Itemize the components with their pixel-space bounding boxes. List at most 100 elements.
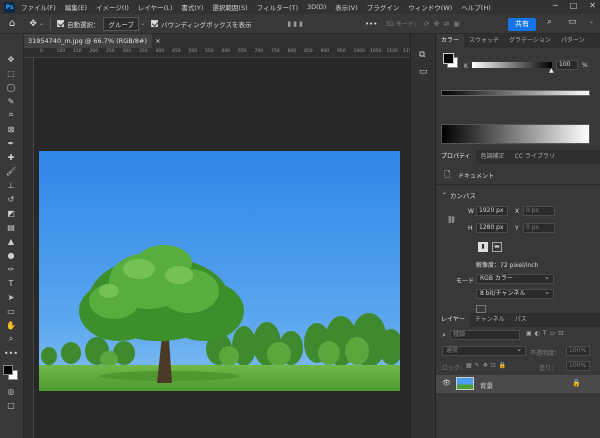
menu-type[interactable]: 書式(Y) xyxy=(181,2,203,12)
search-icon[interactable]: ⌕ xyxy=(547,17,552,27)
blur-tool-icon[interactable]: ▲ xyxy=(0,234,22,248)
chevron-down-icon[interactable]: ⌄ xyxy=(39,20,44,27)
color-panel-fg-swatch[interactable] xyxy=(443,53,454,64)
fill-field[interactable]: 100% xyxy=(566,361,590,371)
3d-scale-icon[interactable]: ▣ xyxy=(453,20,460,28)
zoom-tool-icon[interactable]: ⌕ xyxy=(0,332,22,346)
width-field[interactable]: 1920 px xyxy=(476,206,508,216)
options-bar: ⌂ ✥ ⌄ 自動選択： グループ ⌄ バウンディングボックスを表示 ▮▮▮ ••… xyxy=(0,14,600,34)
shape-tool-icon[interactable]: ▭ xyxy=(0,304,22,318)
menu-help[interactable]: ヘルプ(H) xyxy=(461,2,490,12)
color-swatches[interactable] xyxy=(0,362,22,384)
menu-view[interactable]: 表示(V) xyxy=(335,2,358,12)
tab-cc-libraries[interactable]: CC ライブラリ xyxy=(510,150,560,164)
menu-edit[interactable]: 編集(E) xyxy=(65,2,87,12)
auto-select-checkbox[interactable] xyxy=(56,20,64,27)
gradient-tool-icon[interactable]: ▤ xyxy=(0,220,22,234)
share-button[interactable]: 共有 xyxy=(508,18,536,31)
hand-tool-icon[interactable]: ✋ xyxy=(0,318,22,332)
layer-filter-input[interactable]: 種類 xyxy=(450,330,520,340)
more-tools-icon[interactable]: ••• xyxy=(0,346,22,360)
close-tab-button[interactable]: × xyxy=(155,37,160,45)
y-field[interactable]: 0 px xyxy=(523,223,555,233)
auto-select-target-dropdown[interactable]: グループ xyxy=(103,16,140,31)
more-options-button[interactable]: ••• xyxy=(365,20,377,28)
menu-select[interactable]: 選択範囲(S) xyxy=(212,2,247,12)
comments-panel-icon[interactable]: ▭ xyxy=(419,67,428,77)
menu-layer[interactable]: レイヤー(L) xyxy=(138,2,173,12)
3d-slide-icon[interactable]: ⇄ xyxy=(444,20,450,28)
pen-tool-icon[interactable]: ✑ xyxy=(0,262,22,276)
lasso-tool-icon[interactable]: ◯ xyxy=(0,80,22,94)
tab-patterns[interactable]: パターン xyxy=(556,34,590,48)
history-brush-tool-icon[interactable]: ↺ xyxy=(0,192,22,206)
k-slider[interactable] xyxy=(472,62,552,68)
menu-plugins[interactable]: プラグイン xyxy=(367,2,400,12)
3d-rotate-icon[interactable]: ⟳ xyxy=(424,20,430,28)
brush-tool-icon[interactable]: 🖌 xyxy=(0,164,22,178)
blend-mode-dropdown[interactable]: 通常 xyxy=(442,345,526,356)
document-tab[interactable]: 31954740_m.jpg @ 66.7% (RGB/8#) × xyxy=(24,34,161,48)
stamp-tool-icon[interactable]: ⊥ xyxy=(0,178,22,192)
close-window-button[interactable]: ✕ xyxy=(589,1,596,10)
height-field[interactable]: 1280 px xyxy=(476,223,508,233)
menu-filter[interactable]: フィルター(T) xyxy=(257,2,298,12)
portrait-orientation-icon[interactable]: ▮ xyxy=(478,242,488,252)
tab-swatches[interactable]: スウォッチ xyxy=(464,34,504,48)
filter-icons[interactable]: ▣◐T▭⊡ xyxy=(526,330,566,337)
home-icon[interactable]: ⌂ xyxy=(9,18,15,29)
bounding-box-checkbox[interactable] xyxy=(151,20,159,27)
grayscale-bar[interactable] xyxy=(441,124,590,144)
chevron-down-icon[interactable]: ⌄ xyxy=(589,18,594,25)
marquee-tool-icon[interactable]: ⬚ xyxy=(0,66,22,80)
landscape-orientation-icon[interactable]: ▬ xyxy=(492,242,502,252)
tab-adjustments[interactable]: 色調補正 xyxy=(476,150,510,164)
dodge-tool-icon[interactable]: ● xyxy=(0,248,22,262)
opacity-field[interactable]: 100% xyxy=(566,346,590,356)
eye-icon[interactable]: 👁 xyxy=(442,379,451,387)
tab-gradients[interactable]: グラデーション xyxy=(504,34,556,48)
layer-row-background[interactable]: 👁 背景 🔒 xyxy=(436,375,600,393)
history-panel-icon[interactable]: ⧉ xyxy=(419,50,425,60)
chevron-down-icon[interactable]: ⌄ xyxy=(442,189,447,196)
slider-handle-icon[interactable]: ▲ xyxy=(549,67,554,74)
eraser-tool-icon[interactable]: ◩ xyxy=(0,206,22,220)
tab-color[interactable]: カラー xyxy=(436,34,465,48)
menu-3d[interactable]: 3D(D) xyxy=(307,3,326,11)
type-tool-icon[interactable]: T xyxy=(0,276,22,290)
3d-pan-icon[interactable]: ✥ xyxy=(434,20,440,28)
canvas-image[interactable] xyxy=(39,151,400,391)
workspace-icon[interactable]: ▭ xyxy=(568,17,577,27)
move-tool-icon[interactable]: ✥ xyxy=(0,52,22,66)
color-mode-dropdown[interactable]: RGB カラー xyxy=(476,273,554,284)
tab-channels[interactable]: チャンネル xyxy=(470,313,510,327)
3d-mode-label: 3D モード： xyxy=(385,21,420,28)
tab-properties[interactable]: プロパティ xyxy=(436,150,476,164)
screen-mode-icon[interactable]: ▢ xyxy=(0,398,22,412)
color-ramp[interactable] xyxy=(441,90,590,96)
foreground-color-swatch[interactable] xyxy=(3,365,13,375)
menu-window[interactable]: ウィンドウ(W) xyxy=(408,2,452,12)
menu-image[interactable]: イメージ(I) xyxy=(96,2,129,12)
ruler-tick-label: 400 xyxy=(155,49,165,54)
crop-tool-icon[interactable]: ⌗ xyxy=(0,108,22,122)
eyedropper-tool-icon[interactable]: ✒ xyxy=(0,136,22,150)
canvas-color-swatch[interactable] xyxy=(476,305,486,313)
quick-select-tool-icon[interactable]: ✎ xyxy=(0,94,22,108)
quick-mask-icon[interactable]: ◎ xyxy=(0,384,22,398)
lock-icons[interactable]: ▦✎✥⊡🔒 xyxy=(466,362,509,369)
minimize-button[interactable]: ─ xyxy=(553,1,558,10)
align-icon[interactable]: ▮▮▮ xyxy=(287,20,305,28)
link-icon[interactable]: ⛓ xyxy=(447,216,456,224)
maximize-button[interactable]: □ xyxy=(570,1,578,10)
k-value-field[interactable]: 100 xyxy=(556,60,578,70)
frame-tool-icon[interactable]: ⊠ xyxy=(0,122,22,136)
menu-file[interactable]: ファイル(F) xyxy=(21,2,56,12)
x-field[interactable]: 0 px xyxy=(523,206,555,216)
move-tool-icon[interactable]: ✥ xyxy=(29,19,37,29)
tab-paths[interactable]: パス xyxy=(510,313,532,327)
healing-brush-tool-icon[interactable]: ✚ xyxy=(0,150,22,164)
path-select-tool-icon[interactable]: ➤ xyxy=(0,290,22,304)
bit-depth-dropdown[interactable]: 8 bit/チャンネル xyxy=(476,288,554,299)
tab-layers[interactable]: レイヤー xyxy=(436,313,470,327)
